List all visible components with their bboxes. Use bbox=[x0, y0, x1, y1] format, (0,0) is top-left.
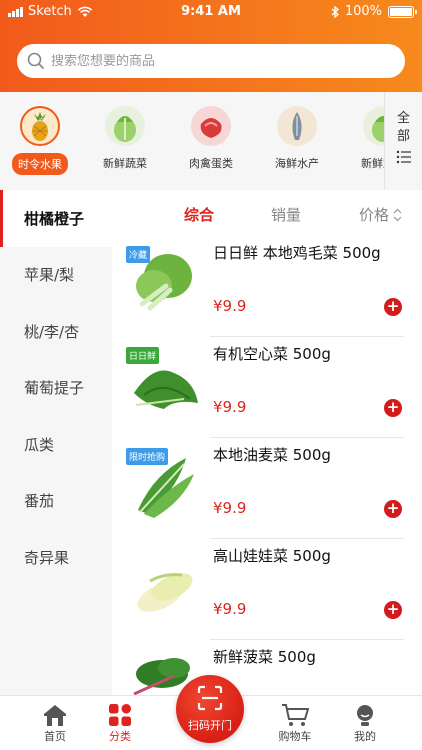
product-item[interactable]: 日日鲜 有机空心菜 500g ¥9.9 + bbox=[112, 337, 422, 438]
cart-icon bbox=[282, 704, 309, 726]
search-input[interactable] bbox=[51, 53, 381, 69]
sort-price[interactable]: 价格 bbox=[359, 204, 402, 225]
battery-percent: 100% bbox=[344, 4, 382, 19]
sort-comprehensive[interactable]: 综合 bbox=[184, 204, 214, 225]
product-name: 有机空心菜 500g bbox=[213, 345, 331, 363]
add-to-cart-button[interactable]: + bbox=[384, 298, 402, 316]
add-to-cart-button[interactable]: + bbox=[384, 500, 402, 518]
sort-price-label: 价格 bbox=[359, 206, 390, 224]
product-tag: 限时抢购 bbox=[126, 448, 169, 465]
scan-icon bbox=[197, 685, 223, 711]
sidebar-item-peach-plum[interactable]: 桃/李/杏 bbox=[0, 303, 112, 360]
product-item[interactable]: 冷藏 日日鲜 本地鸡毛菜 500g ¥9.9 + bbox=[112, 236, 422, 337]
product-tag: 日日鲜 bbox=[126, 347, 160, 364]
sidebar-item-melons[interactable]: 瓜类 bbox=[0, 416, 112, 473]
sidebar-item-tomato[interactable]: 番茄 bbox=[0, 473, 112, 530]
category-item-seafood[interactable]: 海鲜水产 bbox=[262, 106, 332, 171]
sort-sales[interactable]: 销量 bbox=[271, 204, 301, 225]
user-icon bbox=[357, 705, 373, 726]
home-icon bbox=[44, 705, 66, 726]
category-item-vegetables[interactable]: 新鲜蔬菜 bbox=[90, 106, 160, 171]
subcategory-sidebar: 柑橘橙子 苹果/梨 桃/李/杏 葡萄提子 瓜类 番茄 奇异果 bbox=[0, 190, 112, 695]
category-item-seasonal-fruit[interactable]: 时令水果 bbox=[5, 106, 75, 175]
search-icon bbox=[27, 52, 45, 70]
cabbage-icon bbox=[105, 106, 145, 146]
meat-icon bbox=[191, 106, 231, 146]
scan-label: 扫码开门 bbox=[188, 719, 232, 732]
product-image-baby-cabbage bbox=[137, 573, 193, 612]
pineapple-icon bbox=[20, 106, 60, 146]
sort-bar: 综合 销量 价格 bbox=[112, 190, 422, 236]
tab-category-label: 分类 bbox=[109, 730, 131, 743]
product-name: 日日鲜 本地鸡毛菜 500g bbox=[213, 244, 381, 262]
add-to-cart-button[interactable]: + bbox=[384, 601, 402, 619]
category-item-meat-eggs[interactable]: 肉禽蛋类 bbox=[176, 106, 246, 171]
tab-home-label: 首页 bbox=[44, 730, 66, 743]
product-name: 高山娃娃菜 500g bbox=[213, 547, 331, 565]
bluetooth-icon bbox=[331, 5, 339, 18]
sort-arrows-icon bbox=[393, 208, 402, 221]
category-label: 肉禽蛋类 bbox=[189, 157, 233, 170]
product-item[interactable]: 新鲜菠菜 500g bbox=[112, 640, 422, 695]
all-categories-button[interactable]: 全部 bbox=[384, 92, 422, 190]
tab-mine[interactable]: 我的 bbox=[335, 702, 395, 744]
product-price: ¥9.9 bbox=[213, 297, 247, 315]
fish-icon bbox=[277, 106, 317, 146]
header: Sketch 9:41 AM 100% bbox=[0, 0, 422, 92]
sidebar-item-apple-pear[interactable]: 苹果/梨 bbox=[0, 247, 112, 304]
product-price: ¥9.9 bbox=[213, 499, 247, 517]
category-strip: 时令水果 新鲜蔬菜 肉禽蛋类 海鲜水产 新鲜蔬菜 全部 bbox=[0, 92, 422, 190]
sidebar-item-citrus[interactable]: 柑橘橙子 bbox=[0, 190, 112, 247]
status-bar: Sketch 9:41 AM 100% bbox=[0, 0, 422, 24]
battery-icon bbox=[388, 5, 417, 18]
tab-cart-label: 购物车 bbox=[278, 730, 312, 743]
all-label: 全部 bbox=[396, 111, 410, 144]
product-list: 冷藏 日日鲜 本地鸡毛菜 500g ¥9.9 + 日日鲜 有机空心菜 500g … bbox=[112, 236, 422, 695]
tab-mine-label: 我的 bbox=[354, 730, 376, 743]
sidebar-item-kiwi[interactable]: 奇异果 bbox=[0, 529, 112, 586]
list-icon bbox=[396, 150, 411, 164]
add-to-cart-button[interactable]: + bbox=[384, 399, 402, 417]
scan-open-door-button[interactable]: 扫码开门 bbox=[176, 675, 244, 743]
product-name: 本地油麦菜 500g bbox=[213, 446, 331, 464]
search-bar[interactable] bbox=[17, 44, 405, 78]
tab-category[interactable]: 分类 bbox=[90, 702, 150, 744]
product-name: 新鲜菠菜 500g bbox=[213, 648, 316, 666]
product-tag: 冷藏 bbox=[126, 246, 151, 263]
product-price: ¥9.9 bbox=[213, 398, 247, 416]
category-label: 海鲜水产 bbox=[275, 157, 319, 170]
product-item[interactable]: 限时抢购 本地油麦菜 500g ¥9.9 + bbox=[112, 438, 422, 539]
category-label: 新鲜蔬菜 bbox=[103, 157, 147, 170]
product-item[interactable]: 高山娃娃菜 500g ¥9.9 + bbox=[112, 539, 422, 640]
category-grid-icon bbox=[109, 704, 131, 726]
sidebar-item-grapes[interactable]: 葡萄提子 bbox=[0, 360, 112, 417]
tab-home[interactable]: 首页 bbox=[25, 702, 85, 744]
category-label: 时令水果 bbox=[12, 153, 68, 175]
tab-cart[interactable]: 购物车 bbox=[265, 702, 325, 744]
product-price: ¥9.9 bbox=[213, 600, 247, 618]
